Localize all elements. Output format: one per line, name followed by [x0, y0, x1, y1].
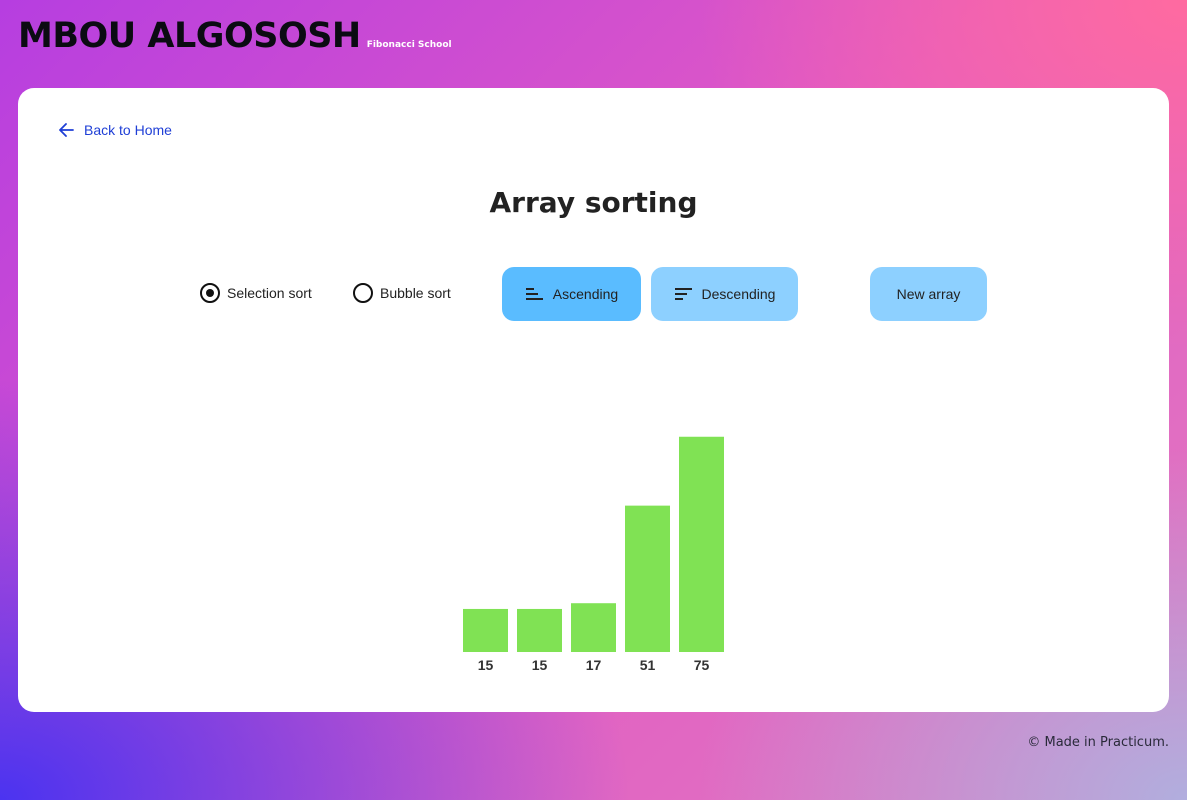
- back-to-home-link[interactable]: Back to Home: [58, 122, 172, 138]
- logo-subtitle: Fibonacci School: [366, 40, 452, 50]
- radio-label-selection-sort: Selection sort: [227, 285, 312, 301]
- ascending-label: Ascending: [552, 286, 619, 302]
- ascending-button[interactable]: Ascending: [502, 267, 641, 321]
- radio-label-bubble-sort: Bubble sort: [380, 285, 451, 301]
- radio-selection-sort[interactable]: Selection sort: [200, 283, 312, 303]
- header: MBOU ALGOSOSH Fibonacci School: [18, 16, 452, 56]
- array-bar: [517, 608, 562, 652]
- bar-value-label: 17: [586, 657, 602, 673]
- bar-value-label: 15: [532, 657, 548, 673]
- descending-button[interactable]: Descending: [651, 267, 798, 321]
- main-card: Back to Home Array sorting Selection sor…: [18, 88, 1169, 712]
- array-bar: [463, 608, 508, 652]
- bar-value-label: 75: [694, 657, 710, 673]
- arrow-left-icon: [59, 123, 74, 137]
- sort-descending-icon: [674, 288, 692, 300]
- array-bar: [679, 436, 724, 652]
- sort-ascending-icon: [525, 288, 543, 300]
- new-array-label: New array: [896, 286, 961, 302]
- array-bar: [571, 603, 616, 652]
- back-link-label: Back to Home: [84, 122, 172, 138]
- new-array-button[interactable]: New array: [870, 267, 987, 321]
- radio-bubble-sort[interactable]: Bubble sort: [353, 283, 451, 303]
- logo: MBOU ALGOSOSH: [18, 16, 361, 56]
- array-bar: [625, 505, 670, 652]
- descending-label: Descending: [701, 286, 776, 302]
- bar-value-label: 51: [640, 657, 656, 673]
- radio-checked-icon: [200, 283, 220, 303]
- radio-unchecked-icon: [353, 283, 373, 303]
- footer-credit: © Made in Practicum.: [1027, 735, 1169, 750]
- page-title: Array sorting: [489, 186, 698, 219]
- array-bar-chart: 15 15 17 51 75: [463, 436, 724, 673]
- bar-value-label: 15: [478, 657, 494, 673]
